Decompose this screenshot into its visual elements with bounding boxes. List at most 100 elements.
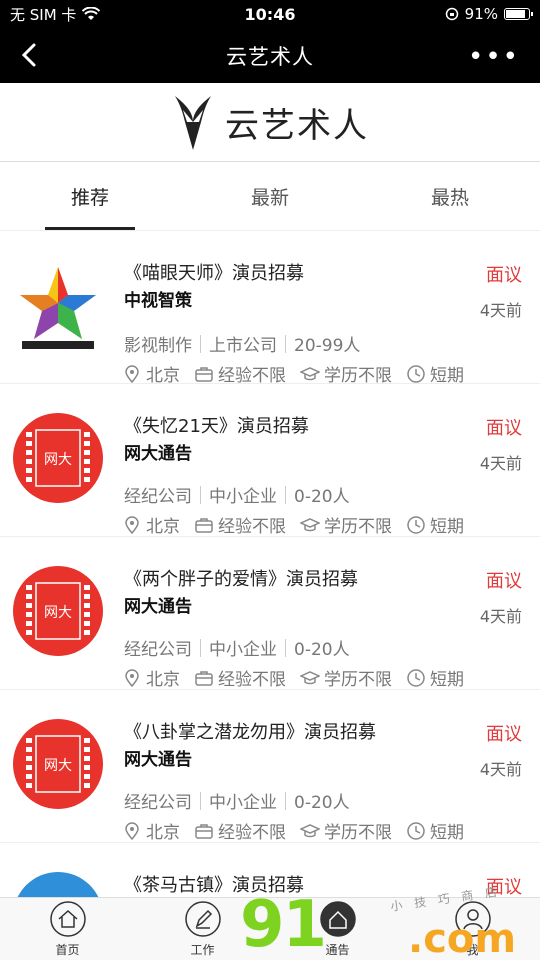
divider: [200, 485, 201, 504]
job-requirements: 北京 经验不限 学历不限 短期: [122, 361, 464, 386]
clock: 10:46: [244, 4, 296, 24]
company-industry: 影视制作: [124, 336, 192, 356]
job-item[interactable]: 《喵眼天师》演员招募 中视智策 面议 4天前影视制作 上市公司 20-99人北京 经验不限 学…: [0, 231, 540, 386]
graduation-cap-icon: [300, 517, 320, 531]
req-experience: 经验不限: [194, 512, 286, 537]
req-education: 学历不限: [300, 818, 392, 843]
req-experience: 经验不限: [194, 818, 286, 843]
req-education: 学历不限: [300, 665, 392, 690]
education-label: 学历不限: [324, 366, 392, 386]
film-logo-text: 网大: [44, 758, 72, 774]
tab-me[interactable]: 我: [405, 898, 540, 960]
req-education: 学历不限: [300, 361, 392, 386]
duration-label: 短期: [430, 823, 464, 843]
salary-label: 面议: [486, 877, 522, 897]
company-size: 20-99人: [294, 336, 361, 356]
tab-recommend[interactable]: 推荐: [0, 163, 180, 230]
clock-icon: [407, 515, 425, 534]
job-title: 《八卦掌之潜龙勿用》演员招募: [124, 722, 376, 743]
company-name: 中视智策: [124, 291, 192, 311]
company-type: 中小企业: [209, 640, 277, 660]
brand-banner: 云艺术人: [0, 83, 540, 162]
tab-hottest[interactable]: 最热: [360, 163, 540, 230]
tab-me-label: 我: [466, 943, 479, 957]
graduation-cap-icon: [300, 823, 320, 837]
graduation-cap-icon: [300, 670, 320, 684]
req-duration: 短期: [406, 665, 464, 690]
film-logo-text: 网大: [44, 452, 72, 468]
city-label: 北京: [146, 823, 180, 843]
tab-notice-label: 通告: [325, 943, 350, 957]
experience-label: 经验不限: [218, 670, 286, 690]
location-icon: [125, 668, 139, 687]
back-arrow-icon[interactable]: [14, 40, 44, 70]
divider: [285, 334, 286, 353]
req-duration: 短期: [406, 512, 464, 537]
tab-latest[interactable]: 最新: [180, 163, 360, 230]
company-industry: 经纪公司: [124, 640, 192, 660]
nav-bar: 云艺术人 •••: [0, 28, 540, 83]
more-icon[interactable]: •••: [468, 42, 520, 72]
divider: [200, 334, 201, 353]
tab-work[interactable]: 工作: [135, 898, 270, 960]
company-meta: 经纪公司 中小企业 0-20人: [124, 788, 350, 813]
req-education: 学历不限: [300, 512, 392, 537]
company-meta: 经纪公司 中小企业 0-20人: [124, 635, 350, 660]
education-label: 学历不限: [324, 670, 392, 690]
brand-name: 云艺术人: [225, 105, 369, 146]
tab-home[interactable]: 首页: [0, 898, 135, 960]
city-label: 北京: [146, 517, 180, 537]
post-time: 4天前: [479, 454, 522, 473]
salary-label: 面议: [486, 724, 522, 745]
req-experience: 经验不限: [194, 361, 286, 386]
req-city: 北京: [122, 361, 180, 386]
req-duration: 短期: [406, 818, 464, 843]
salary-label: 面议: [486, 418, 522, 439]
company-type: 上市公司: [209, 336, 277, 356]
req-experience: 经验不限: [194, 665, 286, 690]
divider: [200, 791, 201, 810]
wifi-icon: [82, 7, 101, 20]
company-size: 0-20人: [294, 487, 350, 507]
brand-logo-icon: [175, 96, 211, 150]
clock-icon: [407, 821, 425, 840]
job-requirements: 北京 经验不限 学历不限 短期: [122, 665, 464, 690]
location-icon: [125, 821, 139, 840]
category-tabs: 推荐 最新 最热: [0, 163, 540, 231]
company-industry: 经纪公司: [124, 793, 192, 813]
tab-work-label: 工作: [190, 943, 215, 957]
job-item[interactable]: 《茶马古镇》演员招募 面议: [0, 843, 540, 897]
duration-label: 短期: [430, 517, 464, 537]
post-time: 4天前: [479, 301, 522, 320]
tab-notice[interactable]: 通告: [270, 898, 405, 960]
rotation-lock-icon: [445, 7, 458, 21]
company-industry: 经纪公司: [124, 487, 192, 507]
company-size: 0-20人: [294, 640, 350, 660]
salary-label: 面议: [486, 265, 522, 286]
company-name: 网大通告: [124, 750, 192, 770]
job-item[interactable]: 网大 《两个胖子的爱情》演员招募 网大通告 面议 4天前 经纪公司 中小企业 0-20人 北京 经…: [0, 537, 540, 690]
status-bar: 无 SIM 卡 10:46 91%: [0, 0, 540, 28]
salary-label: 面议: [486, 571, 522, 592]
education-label: 学历不限: [324, 517, 392, 537]
job-item[interactable]: 网大 《失忆21天》演员招募 网大通告 面议 4天前经纪公司 中小企业 0-20人北京 经验不…: [0, 384, 540, 537]
job-title: 《喵眼天师》演员招募: [124, 263, 304, 284]
tab-home-label: 首页: [55, 943, 80, 957]
education-label: 学历不限: [324, 823, 392, 843]
city-label: 北京: [146, 366, 180, 386]
battery-icon: [504, 8, 533, 20]
briefcase-icon: [195, 823, 213, 839]
company-type: 中小企业: [209, 487, 277, 507]
location-icon: [125, 515, 139, 534]
job-item[interactable]: 网大 《八卦掌之潜龙勿用》演员招募 网大通告 面议 4天前 经纪公司 中小企业 0-20人 北京…: [0, 690, 540, 843]
job-title: 《失忆21天》演员招募: [124, 416, 309, 437]
graduation-cap-icon: [300, 366, 320, 380]
job-title: 《两个胖子的爱情》演员招募: [124, 569, 358, 590]
req-city: 北京: [122, 818, 180, 843]
location-icon: [125, 364, 139, 383]
company-name: 网大通告: [124, 444, 192, 464]
film-logo-text: 网大: [44, 605, 72, 621]
post-time: 4天前: [479, 607, 522, 626]
briefcase-icon: [195, 670, 213, 686]
req-duration: 短期: [406, 361, 464, 386]
